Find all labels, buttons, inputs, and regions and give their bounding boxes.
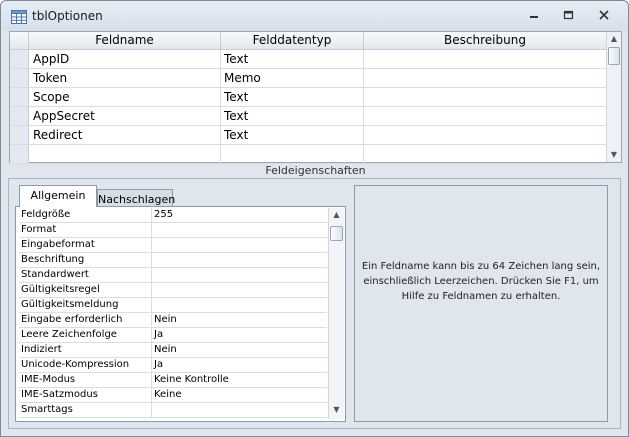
field-name-cell[interactable]: AppID	[29, 50, 221, 68]
table-row[interactable]: Scope Text	[10, 88, 606, 107]
row-selector[interactable]	[10, 126, 29, 144]
field-name-cell[interactable]: Redirect	[29, 126, 221, 144]
field-name-cell[interactable]: AppSecret	[29, 107, 221, 125]
scroll-up-arrow-icon[interactable]: ▲	[607, 32, 621, 46]
grid-scrollbar[interactable]: ▲ ▼	[606, 32, 621, 162]
property-value[interactable]	[152, 403, 327, 417]
property-row[interactable]: Gültigkeitsmeldung	[19, 298, 327, 313]
restore-icon	[563, 10, 573, 20]
property-label: Smarttags	[21, 403, 152, 417]
property-value[interactable]	[152, 223, 327, 237]
grid-header: Feldname Felddatentyp Beschreibung	[10, 32, 606, 50]
property-value[interactable]	[152, 238, 327, 252]
property-label: Beschriftung	[21, 253, 152, 267]
table-row[interactable]	[10, 145, 606, 164]
data-type-cell[interactable]: Memo	[221, 69, 364, 87]
property-value[interactable]	[152, 253, 327, 267]
table-row[interactable]: Token Memo	[10, 69, 606, 88]
restore-button[interactable]	[557, 9, 579, 25]
scroll-down-arrow-icon[interactable]: ▼	[329, 403, 344, 417]
property-label: Leere Zeichenfolge	[21, 328, 152, 342]
title-bar[interactable]: tblOptionen	[1, 1, 628, 31]
property-label: Eingabeformat	[21, 238, 152, 252]
field-grid: Feldname Felddatentyp Beschreibung AppID…	[9, 31, 622, 164]
table-row[interactable]: AppID Text	[10, 50, 606, 69]
description-cell[interactable]	[364, 69, 606, 87]
description-cell[interactable]	[364, 126, 606, 144]
table-row[interactable]: AppSecret Text	[10, 107, 606, 126]
property-value[interactable]	[152, 268, 327, 282]
property-row[interactable]: Eingabe erforderlich Nein	[19, 313, 327, 328]
row-selector[interactable]	[10, 107, 29, 125]
property-row[interactable]: IME-Satzmodus Keine	[19, 388, 327, 403]
property-value[interactable]: 255	[152, 208, 327, 222]
property-label: Format	[21, 223, 152, 237]
description-cell[interactable]	[364, 50, 606, 68]
property-row[interactable]: Smarttags	[19, 403, 327, 418]
description-cell[interactable]	[364, 107, 606, 125]
table-icon	[11, 10, 27, 24]
row-selector[interactable]	[10, 88, 29, 106]
property-row[interactable]: Feldgröße 255	[19, 208, 327, 223]
property-label: Indiziert	[21, 343, 152, 357]
scrollbar-thumb[interactable]	[330, 226, 343, 241]
field-name-cell[interactable]: Scope	[29, 88, 221, 106]
property-label: IME-Modus	[21, 373, 152, 387]
minimize-icon	[530, 16, 538, 18]
window-title: tblOptionen	[32, 9, 103, 23]
property-value[interactable]: Keine	[152, 388, 327, 402]
scroll-down-arrow-icon[interactable]: ▼	[607, 148, 621, 162]
property-label: Unicode-Kompression	[21, 358, 152, 372]
field-name-cell[interactable]	[29, 145, 221, 163]
property-row[interactable]: Unicode-Kompression Ja	[19, 358, 327, 373]
field-name-cell[interactable]: Token	[29, 69, 221, 87]
property-label: Standardwert	[21, 268, 152, 282]
property-value[interactable]: Nein	[152, 343, 327, 357]
row-selector[interactable]	[10, 50, 29, 68]
scroll-up-arrow-icon[interactable]: ▲	[329, 208, 344, 222]
property-value[interactable]	[152, 298, 327, 312]
data-type-cell[interactable]: Text	[221, 107, 364, 125]
property-row[interactable]: Gültigkeitsregel	[19, 283, 327, 298]
property-value[interactable]	[152, 283, 327, 297]
property-row[interactable]: IME-Modus Keine Kontrolle	[19, 373, 327, 388]
field-properties-label: Feldeigenschaften	[265, 164, 366, 177]
table-row[interactable]: Redirect Text	[10, 126, 606, 145]
row-selector-header[interactable]	[10, 32, 29, 50]
description-cell[interactable]	[364, 145, 606, 163]
close-button[interactable]	[593, 9, 615, 25]
data-type-cell[interactable]: Text	[221, 126, 364, 144]
row-selector[interactable]	[10, 145, 29, 163]
column-header-data-type[interactable]: Felddatentyp	[221, 32, 364, 50]
description-cell[interactable]	[364, 88, 606, 106]
property-row[interactable]: Leere Zeichenfolge Ja	[19, 328, 327, 343]
row-selector[interactable]	[10, 69, 29, 87]
data-type-cell[interactable]: Text	[221, 88, 364, 106]
property-row[interactable]: Format	[19, 223, 327, 238]
minimize-button[interactable]	[523, 9, 545, 25]
property-row[interactable]: Indiziert Nein	[19, 343, 327, 358]
property-row[interactable]: Beschriftung	[19, 253, 327, 268]
property-row[interactable]: Standardwert	[19, 268, 327, 283]
close-icon	[599, 10, 609, 20]
property-value[interactable]: Ja	[152, 328, 327, 342]
column-header-field-name[interactable]: Feldname	[29, 32, 221, 50]
data-type-cell[interactable]	[221, 145, 364, 163]
property-value[interactable]: Ja	[152, 358, 327, 372]
column-header-description[interactable]: Beschreibung	[364, 32, 606, 50]
scrollbar-thumb[interactable]	[608, 47, 620, 65]
property-value[interactable]: Nein	[152, 313, 327, 327]
property-label: Feldgröße	[21, 208, 152, 222]
property-label: IME-Satzmodus	[21, 388, 152, 402]
data-type-cell[interactable]: Text	[221, 50, 364, 68]
properties-scrollbar[interactable]: ▲ ▼	[328, 208, 344, 419]
property-value[interactable]: Keine Kontrolle	[152, 373, 327, 387]
property-label: Gültigkeitsmeldung	[21, 298, 152, 312]
help-text: Ein Feldname kann bis zu 64 Zeichen lang…	[361, 261, 601, 302]
property-label: Gültigkeitsregel	[21, 283, 152, 297]
property-label: Eingabe erforderlich	[21, 313, 152, 327]
tab-general[interactable]: Allgemein	[19, 185, 97, 207]
property-row[interactable]: Eingabeformat	[19, 238, 327, 253]
